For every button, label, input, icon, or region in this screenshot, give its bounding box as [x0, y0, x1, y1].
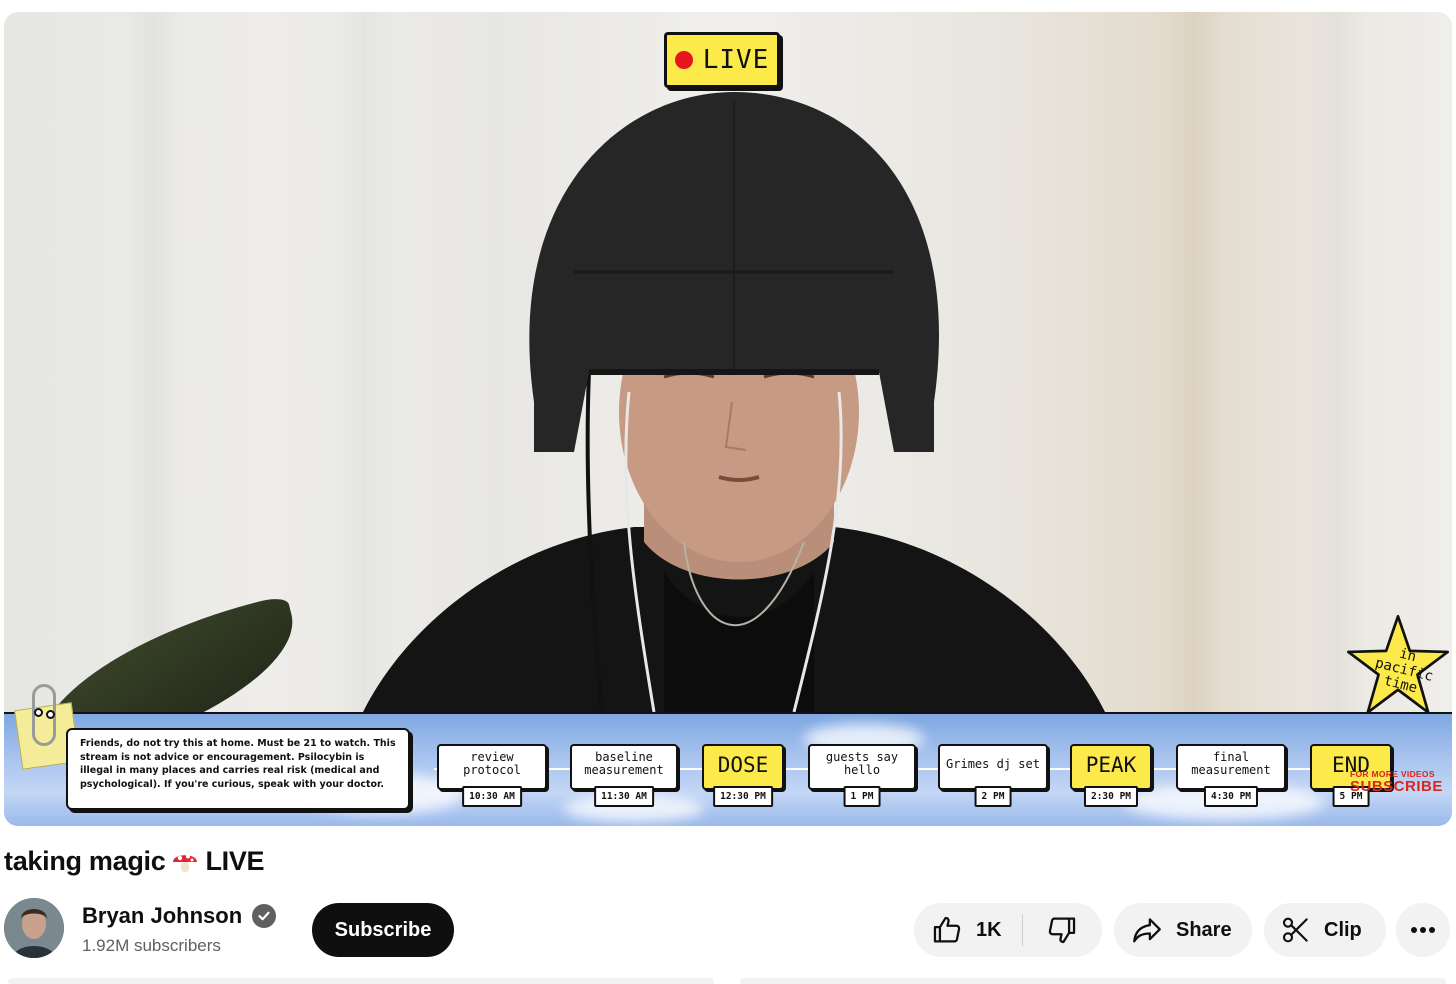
thumbs-up-icon	[933, 916, 961, 943]
video-title: taking magic LIVE	[4, 846, 265, 877]
video-title-suffix: LIVE	[205, 846, 265, 876]
person-with-helmet	[354, 92, 1114, 732]
timeline-step-label: baseline measurement	[570, 744, 678, 790]
paperclip-eye	[46, 710, 55, 719]
clip-label: Clip	[1324, 918, 1362, 941]
video-player[interactable]: LIVE in pacific time Friends, do not try…	[4, 12, 1452, 826]
timeline-step-time: 12:30 PM	[713, 786, 773, 807]
dislike-button[interactable]	[1023, 903, 1101, 957]
timeline-step-time: 4:30 PM	[1203, 786, 1259, 807]
timeline-step-time: 2:30 PM	[1083, 786, 1139, 807]
subscriber-count: 1.92M subscribers	[82, 936, 221, 955]
timeline-step-time: 1 PM	[843, 786, 881, 807]
timeline-step-label: guests say hello	[808, 744, 916, 790]
paperclip-eye	[34, 708, 43, 717]
timeline-step-label: DOSE	[702, 744, 784, 790]
timeline-step: Grimes dj set 2 PM	[938, 744, 1048, 807]
disclaimer-note: Friends, do not try this at home. Must b…	[66, 728, 410, 810]
curtain-fold	[1164, 12, 1224, 826]
share-button[interactable]: Share	[1114, 903, 1252, 957]
share-label: Share	[1176, 918, 1232, 941]
timeline-step-time: 10:30 AM	[462, 786, 522, 807]
mushroom-icon	[173, 854, 198, 872]
like-button[interactable]: 1K	[914, 903, 1022, 957]
schedule-overlay: Friends, do not try this at home. Must b…	[4, 684, 1452, 826]
timeline-step: review protocol 10:30 AM	[437, 744, 547, 807]
like-dislike-group: 1K	[914, 903, 1102, 957]
timeline-step: guests say hello 1 PM	[808, 744, 916, 807]
timeline-step: PEAK 2:30 PM	[1070, 744, 1152, 807]
channel-avatar-image	[4, 898, 64, 958]
timeline-step-label: final measurement	[1176, 744, 1286, 790]
more-actions-button[interactable]	[1396, 903, 1450, 957]
subscribe-button[interactable]: Subscribe	[312, 903, 454, 957]
more-horizontal-icon	[1411, 927, 1435, 933]
thumbs-down-icon	[1048, 917, 1076, 944]
timeline-step: baseline measurement 11:30 AM	[570, 744, 678, 807]
live-dot-icon	[674, 51, 693, 69]
subscribe-overlay[interactable]: FOR MORE VIDEOS SUBSCRIBE	[1350, 769, 1443, 795]
share-icon	[1133, 918, 1161, 943]
timeline-step-label: Grimes dj set	[938, 744, 1048, 790]
timeline-step: DOSE 12:30 PM	[702, 744, 784, 807]
clip-button[interactable]: Clip	[1264, 903, 1386, 957]
scissors-icon	[1282, 917, 1308, 943]
timeline-step-time: 11:30 AM	[594, 786, 654, 807]
timeline-step-label: PEAK	[1070, 744, 1152, 790]
video-title-text: taking magic	[4, 846, 166, 876]
live-badge: LIVE	[664, 32, 780, 88]
timeline-step: final measurement 4:30 PM	[1176, 744, 1286, 807]
subscribe-overlay-label: SUBSCRIBE	[1350, 778, 1443, 795]
chips-bar-edge	[740, 978, 1446, 984]
description-box-edge	[8, 978, 714, 984]
channel-name-text: Bryan Johnson	[82, 903, 243, 928]
timeline-step-time: 2 PM	[974, 786, 1012, 807]
live-badge-label: LIVE	[702, 45, 770, 75]
avatar[interactable]	[4, 898, 64, 958]
like-count: 1K	[976, 918, 1002, 941]
verified-badge-icon	[252, 904, 277, 928]
channel-name[interactable]: Bryan Johnson	[82, 903, 277, 929]
timeline-step-label: review protocol	[437, 744, 547, 790]
